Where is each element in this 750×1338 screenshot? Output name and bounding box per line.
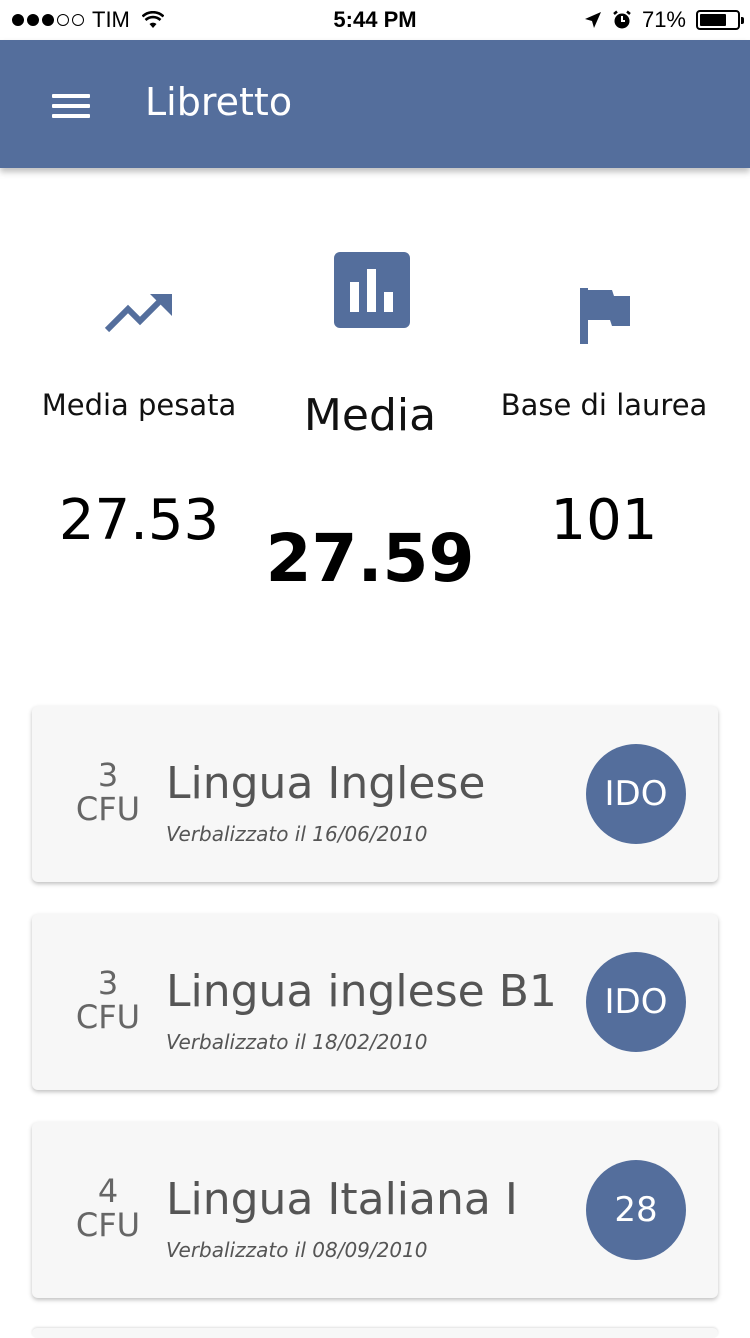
exam-name: Lingua Italiana I <box>166 1174 518 1225</box>
stat-weighted-average-value: 27.53 <box>58 488 220 553</box>
exam-cfu-unit: CFU <box>75 998 141 1036</box>
exam-cfu-number: 3 <box>97 756 119 794</box>
exam-cfu: 4 CFU <box>68 1174 148 1242</box>
exam-cfu-number: 3 <box>97 964 119 1002</box>
stat-graduation-base-value: 101 <box>550 488 658 553</box>
exam-card-partial[interactable] <box>32 1328 718 1338</box>
exam-cfu-unit: CFU <box>75 1206 141 1244</box>
exam-cfu: 3 CFU <box>68 966 148 1034</box>
battery-fill <box>700 14 726 26</box>
battery-percent: 71% <box>641 7 686 32</box>
flag-icon <box>580 288 630 344</box>
page-title: Libretto <box>145 80 293 124</box>
exam-date: Verbalizzato il 18/02/2010 <box>166 1030 428 1054</box>
exam-cfu-unit: CFU <box>75 790 141 828</box>
exam-grade-badge: 28 <box>586 1160 686 1260</box>
exam-cfu-number: 4 <box>97 1172 119 1210</box>
hamburger-menu-icon[interactable] <box>52 94 90 118</box>
exam-name: Lingua Inglese <box>166 758 486 809</box>
stat-weighted-average-label: Media pesata <box>41 388 237 422</box>
exam-card[interactable]: 3 CFU Lingua inglese B1 Verbalizzato il … <box>32 914 718 1090</box>
exam-date: Verbalizzato il 16/06/2010 <box>166 822 428 846</box>
exam-card[interactable]: 4 CFU Lingua Italiana I Verbalizzato il … <box>32 1122 718 1298</box>
exam-date: Verbalizzato il 08/09/2010 <box>166 1238 428 1262</box>
exam-grade-badge: IDO <box>586 952 686 1052</box>
trending-up-icon <box>104 294 172 333</box>
stat-average-value: 27.59 <box>265 520 475 597</box>
bar-chart-icon <box>334 252 410 328</box>
location-arrow-icon <box>584 12 601 28</box>
stats-summary: Media pesata 27.53 Media 27.59 Base di l… <box>0 168 750 668</box>
status-right: 71% <box>584 7 744 33</box>
app-bar: Libretto <box>0 40 750 168</box>
stat-graduation-base-label: Base di laurea <box>500 388 708 422</box>
exam-cfu: 3 CFU <box>68 758 148 826</box>
alarm-clock-icon <box>613 10 631 29</box>
exam-grade-badge: IDO <box>586 744 686 844</box>
status-bar: TIM 5:44 PM 71% <box>0 0 750 40</box>
stat-average-label: Media <box>303 390 437 441</box>
exam-card[interactable]: 3 CFU Lingua Inglese Verbalizzato il 16/… <box>32 706 718 882</box>
battery-icon <box>696 10 744 30</box>
exam-name: Lingua inglese B1 <box>166 966 557 1017</box>
